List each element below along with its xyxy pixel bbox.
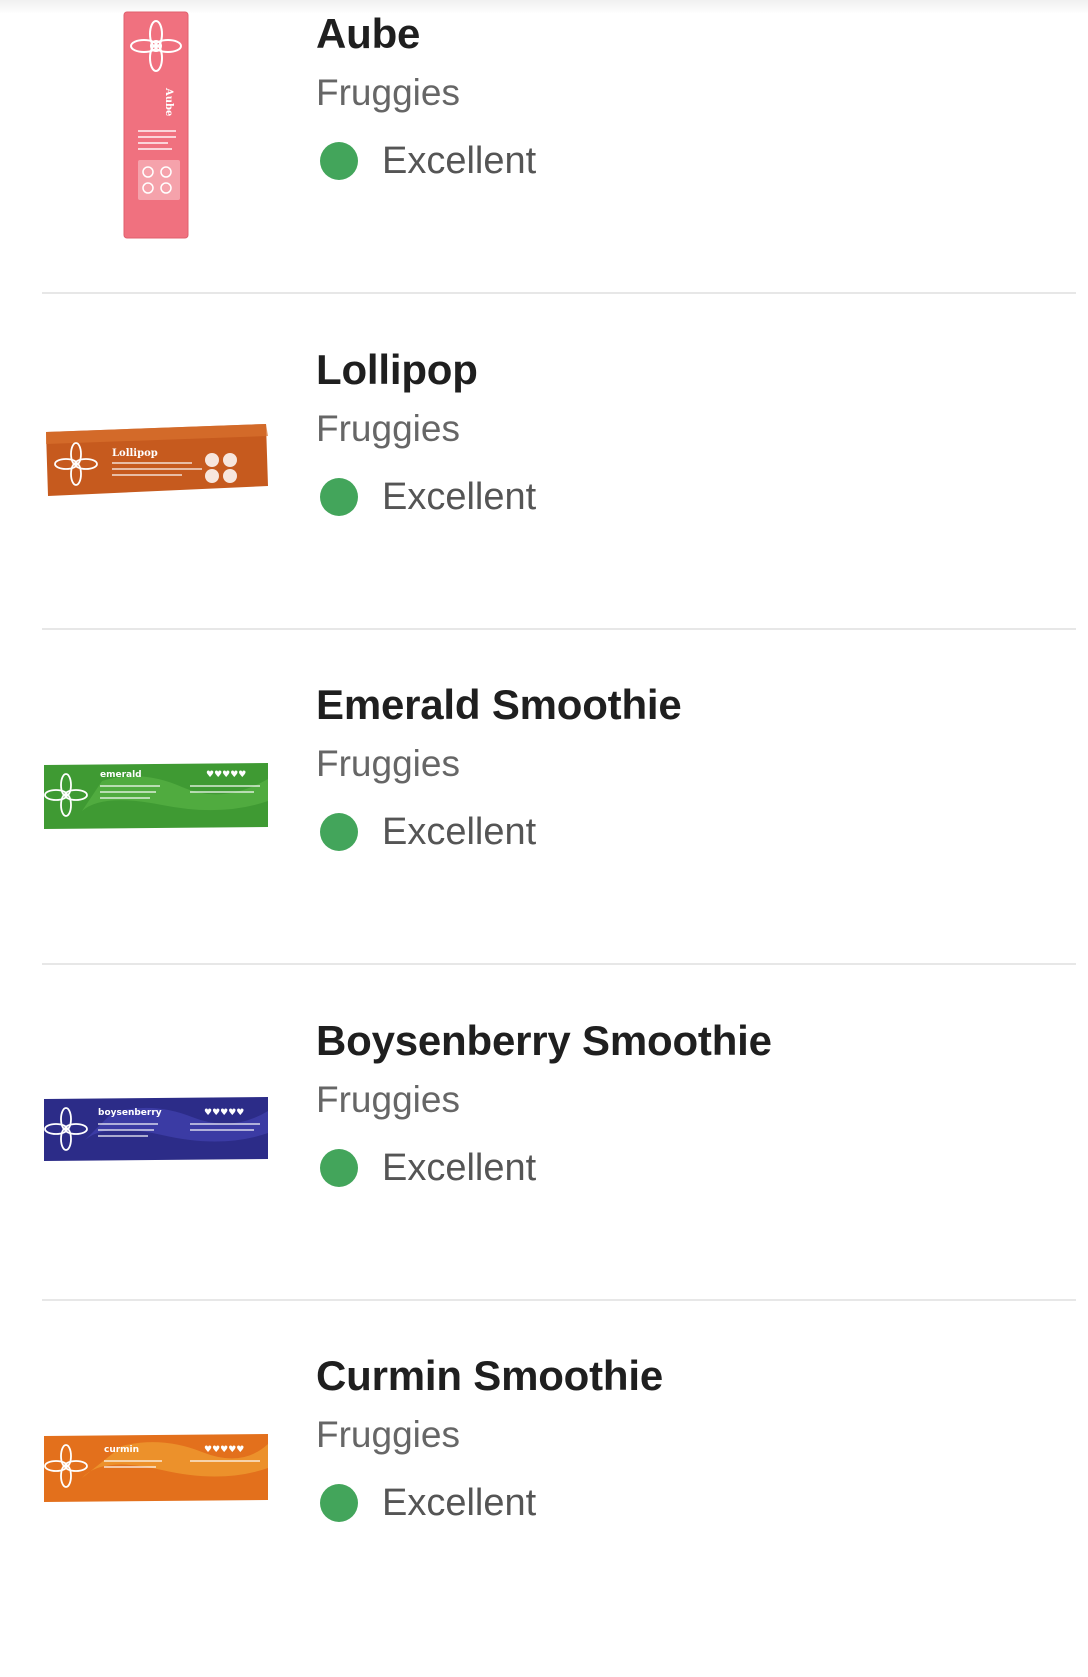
product-name: Aube	[316, 10, 421, 57]
product-image: boysenberry ♥♥♥♥♥	[44, 1097, 268, 1161]
score-dot-icon	[320, 1149, 358, 1187]
score-dot-icon	[320, 142, 358, 180]
product-name: Lollipop	[316, 346, 478, 393]
product-name: Boysenberry Smoothie	[316, 1017, 772, 1064]
product-row[interactable]: curmin ♥♥♥♥♥ Curmin Smoothie Fruggies Ex…	[0, 1342, 1088, 1677]
product-image: Aube	[123, 11, 189, 239]
product-brand: Fruggies	[316, 408, 460, 449]
product-list[interactable]: Aube Aube Fruggies Excellent Lollipop Lo…	[0, 0, 1088, 1524]
score-indicator: Excellent	[316, 140, 716, 184]
score-indicator: Excellent	[316, 811, 716, 855]
pack-text: boysenberry	[98, 1108, 162, 1118]
product-name: Curmin Smoothie	[316, 1352, 664, 1399]
score-label: Excellent	[382, 1482, 537, 1524]
score-dot-icon	[320, 478, 358, 516]
product-brand: Fruggies	[316, 743, 460, 784]
pack-text: emerald	[100, 770, 142, 780]
score-indicator: Excellent	[316, 1482, 716, 1526]
row-divider	[42, 1299, 1076, 1301]
score-label: Excellent	[382, 1147, 537, 1189]
product-row[interactable]: Lollipop Lollipop Fruggies Excellent	[0, 336, 1088, 671]
score-label: Excellent	[382, 140, 537, 182]
score-dot-icon	[320, 1484, 358, 1522]
score-dot-icon	[320, 813, 358, 851]
row-divider	[42, 963, 1076, 965]
product-row[interactable]: Aube Aube Fruggies Excellent	[0, 0, 1088, 335]
svg-text:♥♥♥♥♥: ♥♥♥♥♥	[206, 770, 246, 780]
product-brand: Fruggies	[316, 1414, 460, 1455]
svg-text:♥♥♥♥♥: ♥♥♥♥♥	[204, 1445, 244, 1455]
pack-text: Lollipop	[112, 448, 158, 459]
pack-text: Aube	[163, 87, 174, 116]
product-row[interactable]: boysenberry ♥♥♥♥♥ Boysenberry Smoothie F…	[0, 1007, 1088, 1342]
score-label: Excellent	[382, 811, 537, 853]
row-divider	[42, 628, 1076, 630]
product-brand: Fruggies	[316, 72, 460, 113]
score-indicator: Excellent	[316, 1147, 716, 1191]
product-name: Emerald Smoothie	[316, 681, 682, 728]
product-brand: Fruggies	[316, 1079, 460, 1120]
score-indicator: Excellent	[316, 476, 716, 520]
product-image: emerald ♥♥♥♥♥	[44, 763, 268, 829]
product-row[interactable]: emerald ♥♥♥♥♥ Emerald Smoothie Fruggies …	[0, 671, 1088, 1006]
product-image: Lollipop	[46, 424, 268, 496]
svg-text:♥♥♥♥♥: ♥♥♥♥♥	[204, 1108, 244, 1118]
score-label: Excellent	[382, 476, 537, 518]
row-divider	[42, 292, 1076, 294]
pack-text: curmin	[104, 1445, 139, 1455]
product-image: curmin ♥♥♥♥♥	[44, 1434, 268, 1502]
